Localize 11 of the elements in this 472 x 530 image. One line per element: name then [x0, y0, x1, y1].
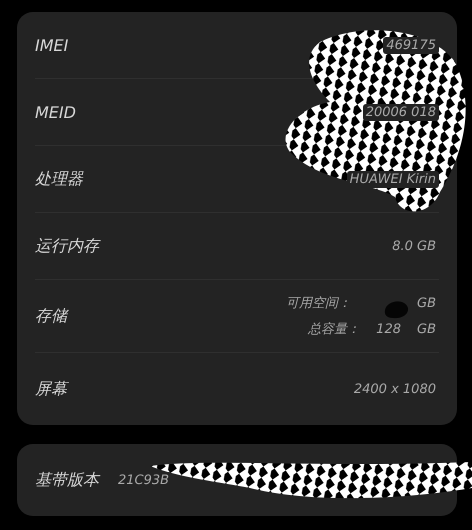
info-label: 屏幕 [35, 378, 67, 400]
info-label: 处理器 [35, 168, 83, 190]
info-value: 20006 018 [362, 104, 439, 120]
info-value: HUAWEI Kirin [346, 170, 439, 188]
info-value: 469175 [383, 36, 439, 54]
info-label: 存储 [35, 306, 67, 326]
info-label: MEID [35, 102, 76, 122]
info-label: 基带版本 [35, 470, 99, 490]
info-label: IMEI [35, 36, 68, 54]
redaction-scribble [384, 301, 408, 318]
info-label: 运行内存 [35, 236, 99, 256]
